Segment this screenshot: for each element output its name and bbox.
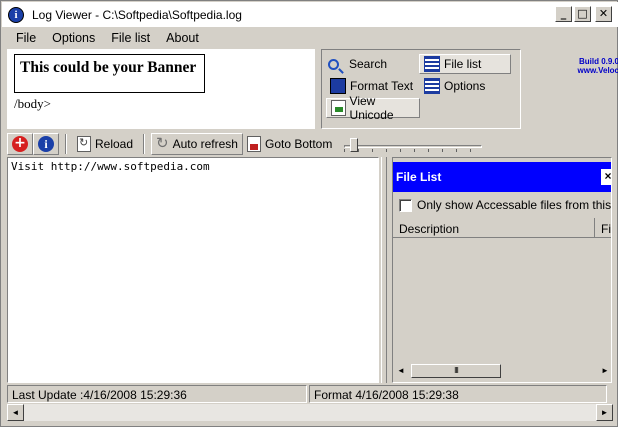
format-text-label: Format Text: [350, 79, 414, 93]
file-list-column-header: Description File: [393, 218, 611, 238]
file-list-scrollbar[interactable]: ◄ III ►: [393, 362, 611, 379]
status-format: Format 4/16/2008 15:29:38: [309, 385, 607, 403]
slider-track: [344, 145, 483, 148]
menu-file[interactable]: File: [2, 31, 44, 45]
only-accessible-label: Only show Accessable files from this PC: [417, 198, 612, 212]
goto-bottom-icon: [246, 136, 261, 152]
maximize-button[interactable]: □: [574, 6, 591, 22]
view-unicode-icon: [331, 100, 346, 116]
refresh-icon: ↻: [156, 135, 169, 152]
log-line: Visit http://www.softpedia.com: [11, 160, 210, 173]
log-viewer-window: i Log Viewer - C:\Softpedia\Softpedia.lo…: [0, 0, 618, 427]
reload-label: Reload: [95, 137, 134, 151]
view-unicode-label: View Unicode: [349, 94, 394, 122]
view-unicode-button[interactable]: View Unicode: [326, 94, 420, 122]
banner-body-tag: /body>: [14, 96, 51, 111]
slider-thumb[interactable]: [350, 138, 359, 152]
slider-ticks: [344, 149, 483, 152]
format-text-button[interactable]: Format Text: [330, 76, 413, 96]
banner[interactable]: This could be your Banner: [14, 54, 205, 93]
close-button[interactable]: ✕: [595, 6, 612, 22]
toolbar-separator: [143, 134, 146, 154]
auto-refresh-label: Auto refresh: [172, 137, 238, 151]
build-info: Build 0.9.0 www.Veloc: [541, 57, 618, 75]
scroll-left-icon[interactable]: ◄: [7, 404, 24, 421]
status-last-update: Last Update :4/16/2008 15:29:36: [7, 385, 307, 403]
status-bar: Last Update :4/16/2008 15:29:36 Format 4…: [7, 385, 607, 403]
file-list-icon: [424, 56, 440, 72]
menu-file-list[interactable]: File list: [103, 31, 158, 45]
search-label: Search: [349, 57, 388, 71]
options-icon: [424, 78, 440, 94]
search-button[interactable]: Search: [328, 54, 387, 74]
goto-bottom-button[interactable]: Goto Bottom: [243, 133, 336, 155]
toolbar: + i Reload ↻ Auto refresh Goto Bottom: [7, 132, 618, 156]
reload-button[interactable]: Reload: [73, 133, 137, 155]
auto-refresh-toggle[interactable]: ↻ Auto refresh: [151, 133, 243, 155]
file-list-panel: File List × Only show Accessable files f…: [392, 157, 612, 383]
scroll-right-icon[interactable]: ►: [596, 404, 613, 421]
refresh-slider[interactable]: [344, 136, 483, 152]
menu-about[interactable]: About: [158, 31, 207, 45]
info-button[interactable]: i: [33, 133, 59, 155]
reload-icon: [77, 136, 91, 152]
only-accessible-checkbox[interactable]: [399, 198, 412, 212]
info-icon: i: [38, 136, 54, 152]
toolbar-separator: [65, 134, 67, 154]
file-list-header: File List ×: [393, 162, 611, 192]
file-list-title: File List: [396, 170, 442, 184]
scroll-left-icon[interactable]: ◄: [393, 363, 409, 379]
title-bar[interactable]: i Log Viewer - C:\Softpedia\Softpedia.lo…: [2, 2, 618, 27]
banner-area: This could be your Banner /body>: [7, 49, 315, 129]
column-file[interactable]: File: [595, 218, 611, 237]
build-version: Build 0.9.0: [578, 57, 618, 66]
log-content[interactable]: Visit http://www.softpedia.com: [7, 157, 379, 383]
build-url[interactable]: www.Veloc: [541, 66, 618, 75]
app-info-icon: i: [8, 6, 24, 23]
file-list-table[interactable]: Description File: [393, 218, 611, 362]
scroll-thumb[interactable]: III: [411, 363, 501, 378]
search-icon: [328, 58, 339, 70]
column-description[interactable]: Description: [393, 218, 595, 237]
only-accessible-option[interactable]: Only show Accessable files from this PC: [399, 198, 612, 212]
file-list-label: File list: [444, 57, 482, 71]
scroll-right-icon[interactable]: ►: [597, 363, 611, 379]
menu-bar: File Options File list About: [2, 28, 618, 48]
format-text-icon: [330, 78, 346, 94]
command-panel: Search File list Format Text Options Vie…: [321, 49, 521, 129]
panel-splitter[interactable]: [381, 157, 387, 383]
minimize-button[interactable]: _: [555, 6, 572, 22]
file-list-button[interactable]: File list: [419, 54, 511, 74]
add-icon: +: [12, 136, 28, 152]
file-list-close-icon[interactable]: ×: [601, 169, 611, 185]
window-controls: _ □ ✕: [555, 6, 612, 22]
options-label: Options: [444, 79, 486, 93]
goto-bottom-label: Goto Bottom: [264, 137, 333, 151]
bottom-scrollbar[interactable]: ◄ ►: [7, 404, 613, 421]
add-button[interactable]: +: [7, 133, 33, 155]
menu-options[interactable]: Options: [44, 31, 103, 45]
options-button[interactable]: Options: [424, 76, 485, 96]
window-title: Log Viewer - C:\Softpedia\Softpedia.log: [32, 7, 242, 22]
